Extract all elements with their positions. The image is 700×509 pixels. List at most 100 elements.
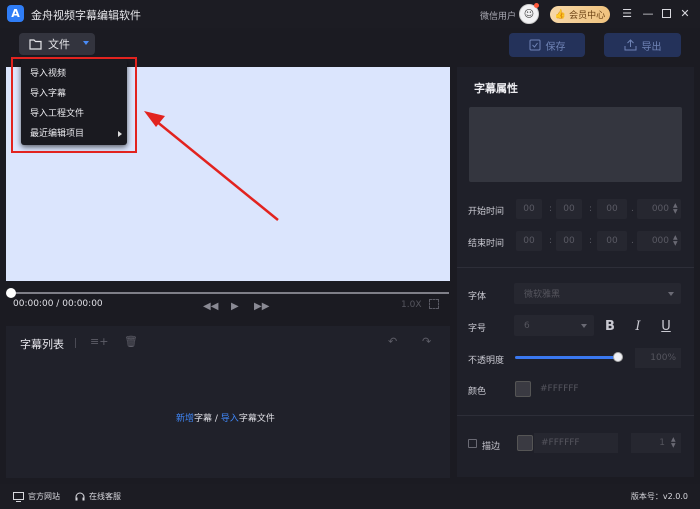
- opacity-value[interactable]: 100%: [635, 348, 681, 368]
- chevron-down-icon: [581, 324, 587, 328]
- stroke-width-spinner-icon[interactable]: ▲ ▼: [671, 437, 676, 449]
- redo-icon[interactable]: ↷: [422, 335, 431, 348]
- thumb-icon: 👍: [554, 9, 567, 20]
- speed-selector[interactable]: 1.0X: [401, 300, 421, 310]
- color-label: 颜色: [468, 387, 487, 397]
- maximize-icon[interactable]: [659, 6, 673, 20]
- app-title: 金舟视频字幕编辑软件: [31, 9, 141, 22]
- user-avatar[interactable]: ☺: [519, 3, 539, 24]
- colon-sep: :: [589, 236, 593, 246]
- add-subtitle-link[interactable]: 新增: [176, 414, 194, 424]
- official-website-link[interactable]: 官方网站: [13, 491, 60, 502]
- divider: [75, 338, 76, 348]
- fullscreen-icon[interactable]: [429, 299, 439, 309]
- seek-handle[interactable]: [6, 288, 16, 298]
- dot-sep: .: [631, 204, 634, 214]
- stroke-checkbox[interactable]: [468, 439, 477, 448]
- save-icon: [529, 39, 540, 51]
- import-subtitle-link[interactable]: 导入: [221, 414, 239, 424]
- italic-button[interactable]: I: [629, 317, 647, 335]
- fast-forward-icon[interactable]: ▶▶: [254, 301, 269, 312]
- colon-sep: :: [549, 204, 553, 214]
- underline-button[interactable]: U: [657, 317, 675, 335]
- bold-button[interactable]: B: [601, 317, 619, 335]
- font-size-select[interactable]: 6: [514, 315, 594, 336]
- play-icon[interactable]: ▶: [231, 301, 239, 312]
- add-subtitle-text: 字幕: [194, 414, 213, 424]
- stroke-color-swatch[interactable]: [517, 435, 533, 451]
- export-button[interactable]: 导出: [604, 33, 681, 57]
- color-swatch[interactable]: [515, 381, 531, 397]
- start-hour-input[interactable]: 00: [516, 199, 542, 219]
- minimize-icon[interactable]: —: [641, 6, 655, 20]
- dot-sep: .: [631, 236, 634, 246]
- divider: [457, 267, 694, 268]
- colon-sep: :: [589, 204, 593, 214]
- status-bar: 官方网站 在线客服 版本号：v2.0.0: [0, 484, 700, 509]
- export-label: 导出: [641, 41, 662, 53]
- menu-item-import-project[interactable]: 导入工程文件: [21, 104, 127, 124]
- chevron-down-icon: [668, 292, 674, 296]
- font-value: 微软雅黑: [524, 290, 561, 300]
- headset-icon: [75, 492, 85, 500]
- online-support-label: 在线客服: [89, 492, 121, 501]
- font-size-value: 6: [524, 320, 530, 331]
- save-button[interactable]: 保存: [509, 33, 585, 57]
- add-list-icon[interactable]: ≡+: [90, 335, 108, 348]
- chevron-right-icon: [118, 131, 122, 137]
- time-separator: /: [56, 299, 60, 309]
- seek-bar[interactable]: [10, 292, 449, 294]
- notification-dot: [534, 3, 539, 8]
- rewind-icon[interactable]: ◀◀: [203, 301, 218, 312]
- stroke-hex-value: #FFFFFF: [541, 438, 580, 448]
- stroke-label: 描边: [482, 442, 501, 452]
- menu-item-import-subtitle[interactable]: 导入字幕: [21, 84, 127, 104]
- online-support-link[interactable]: 在线客服: [75, 491, 121, 502]
- file-menu-label: 文件: [48, 38, 70, 51]
- vip-center-label: 会员中心: [569, 11, 606, 21]
- vip-center-button[interactable]: 👍 会员中心: [550, 6, 610, 23]
- subtitle-list-title: 字幕列表: [20, 338, 64, 351]
- monitor-icon: [13, 491, 24, 502]
- opacity-slider-handle[interactable]: [613, 352, 623, 362]
- properties-title: 字幕属性: [474, 82, 518, 95]
- end-minute-input[interactable]: 00: [556, 231, 582, 251]
- opacity-label: 不透明度: [468, 356, 505, 366]
- subtitle-text-area[interactable]: [469, 107, 682, 182]
- file-dropdown-menu: 导入视频 导入字幕 导入工程文件 最近编辑项目: [21, 59, 127, 145]
- start-time-label: 开始时间: [468, 207, 505, 217]
- color-hex-value[interactable]: #FFFFFF: [540, 384, 579, 394]
- start-second-input[interactable]: 00: [597, 199, 627, 219]
- title-bar: A 金舟视频字幕编辑软件 微信用户 ☺ 👍 会员中心 ☰ — ✕: [0, 0, 700, 28]
- app-logo-icon: A: [7, 5, 24, 22]
- end-hour-input[interactable]: 00: [516, 231, 542, 251]
- opacity-slider[interactable]: [515, 356, 618, 359]
- recent-projects-label: 最近编辑项目: [30, 129, 85, 139]
- start-minute-input[interactable]: 00: [556, 199, 582, 219]
- colon-sep: :: [549, 236, 553, 246]
- font-select[interactable]: 微软雅黑: [514, 283, 681, 304]
- undo-icon[interactable]: ↶: [388, 335, 397, 348]
- chevron-down-icon: [83, 41, 89, 45]
- app-window: A 金舟视频字幕编辑软件 微信用户 ☺ 👍 会员中心 ☰ — ✕ 文件 保存 导出…: [0, 0, 700, 509]
- end-ms-spinner-icon[interactable]: ▲ ▼: [673, 235, 678, 247]
- stroke-hex-field[interactable]: #FFFFFF: [534, 433, 618, 453]
- folder-icon: [29, 38, 42, 50]
- import-subtitle-text: 字幕文件: [238, 414, 275, 424]
- empty-list-hint: 新增字幕 / 导入字幕文件: [176, 411, 275, 424]
- export-icon: [624, 39, 636, 51]
- menu-item-recent-projects[interactable]: 最近编辑项目: [21, 124, 127, 144]
- user-name[interactable]: 微信用户: [480, 9, 516, 22]
- close-icon[interactable]: ✕: [678, 6, 692, 20]
- menu-item-import-video[interactable]: 导入视频: [21, 64, 127, 84]
- end-time-label: 结束时间: [468, 239, 505, 249]
- file-menu-button[interactable]: 文件: [19, 33, 95, 55]
- time-display: 00:00:00 / 00:00:00: [13, 299, 103, 309]
- font-label: 字体: [468, 292, 487, 302]
- end-second-input[interactable]: 00: [597, 231, 627, 251]
- divider: [457, 415, 694, 416]
- hamburger-icon[interactable]: ☰: [620, 6, 634, 20]
- avatar-face-icon: ☺: [523, 8, 535, 20]
- start-ms-spinner-icon[interactable]: ▲ ▼: [673, 203, 678, 215]
- trash-icon[interactable]: 🗑: [124, 335, 138, 348]
